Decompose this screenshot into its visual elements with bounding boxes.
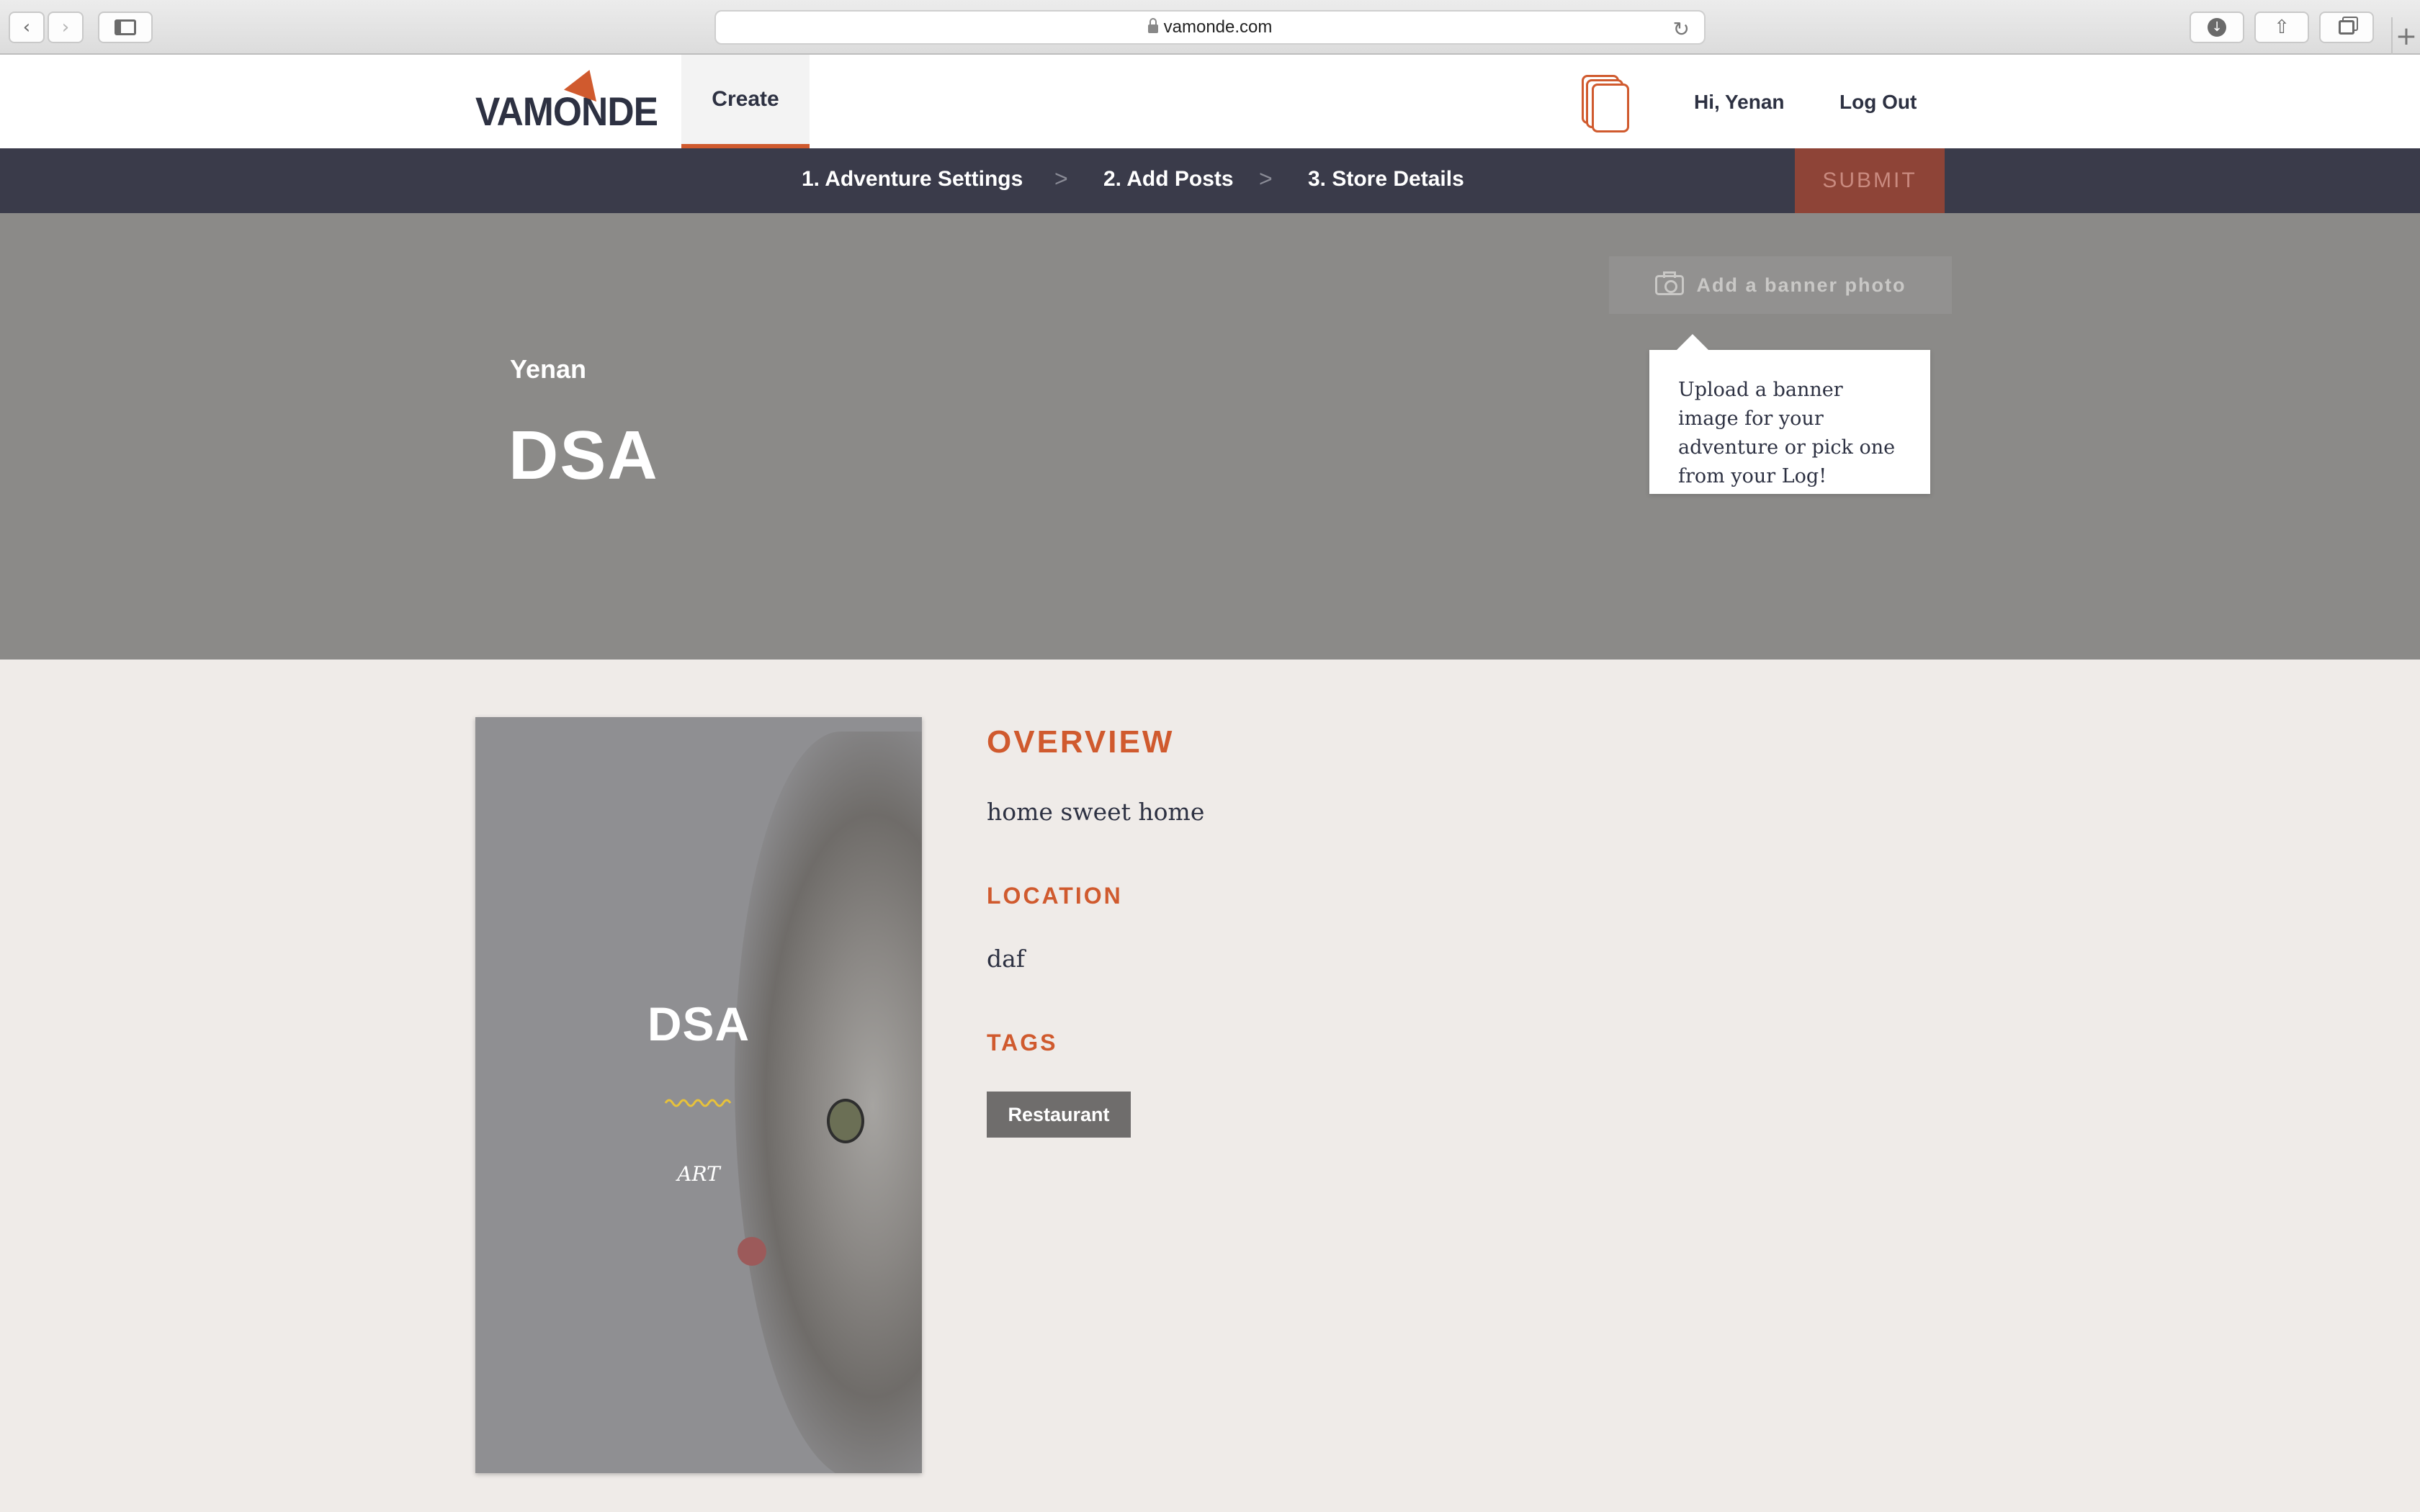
add-banner-photo-button[interactable]: Add a banner photo — [1609, 256, 1952, 314]
adventure-cover-card[interactable]: DSA ART — [475, 717, 922, 1473]
share-button[interactable]: ⇧ — [2254, 12, 2309, 43]
nav-create-tab[interactable]: Create — [681, 55, 810, 148]
share-icon: ⇧ — [2274, 17, 2290, 38]
download-icon: ↓ — [2208, 18, 2226, 37]
overview-text: home sweet home — [987, 798, 1205, 826]
site-header: VAMONDE Create Hi, Yenan Log Out — [0, 55, 2420, 148]
submit-button[interactable]: SUBMIT — [1795, 148, 1945, 213]
download-button[interactable]: ↓ — [2190, 12, 2244, 43]
browser-toolbar: ‹ › vamonde.com ↻ ↓ ⇧ + — [0, 0, 2420, 55]
tag-badge[interactable]: Restaurant — [987, 1092, 1131, 1138]
location-label: LOCATION — [987, 883, 1123, 909]
forward-button[interactable]: › — [48, 12, 84, 43]
sidebar-icon — [115, 19, 136, 35]
cat-eye — [827, 1099, 864, 1143]
plus-icon: + — [2395, 21, 2418, 51]
user-greeting[interactable]: Hi, Yenan — [1694, 91, 1785, 114]
vamonde-logo[interactable]: VAMONDE — [475, 88, 658, 135]
tabs-button[interactable] — [2319, 12, 2374, 43]
lock-icon — [1147, 18, 1158, 33]
banner-author: Yenan — [510, 354, 587, 384]
card-category: ART — [677, 1162, 720, 1186]
chevron-right-icon: › — [61, 17, 70, 38]
steps-bar: 1. Adventure Settings > 2. Add Posts > 3… — [0, 148, 2420, 213]
address-url: vamonde.com — [1163, 17, 1273, 37]
logout-link[interactable]: Log Out — [1839, 91, 1917, 114]
step-store-details[interactable]: 3. Store Details — [1308, 167, 1464, 192]
address-bar[interactable]: vamonde.com ↻ — [714, 10, 1706, 45]
location-text: daf — [987, 945, 1026, 973]
step-separator: > — [1259, 166, 1273, 192]
camera-icon — [1654, 271, 1684, 295]
cat-nose — [738, 1237, 766, 1266]
tabs-icon — [2339, 20, 2354, 35]
sidebar-button[interactable] — [98, 12, 153, 43]
step-adventure-settings[interactable]: 1. Adventure Settings — [802, 167, 1023, 192]
banner-tooltip: Upload a banner image for your adventure… — [1649, 334, 1930, 494]
reload-icon[interactable]: ↻ — [1673, 17, 1690, 41]
banner-title: DSA — [508, 417, 659, 494]
step-separator: > — [1054, 166, 1068, 192]
cat-photo — [735, 732, 922, 1473]
adventure-banner: Yenan DSA Add a banner photo Upload a ba… — [0, 213, 2420, 660]
overview-label: OVERVIEW — [987, 724, 1175, 760]
back-button[interactable]: ‹ — [9, 12, 45, 43]
tags-label: TAGS — [987, 1030, 1058, 1056]
log-stack-icon[interactable] — [1582, 75, 1634, 135]
add-banner-photo-label: Add a banner photo — [1696, 274, 1906, 296]
chevron-left-icon: ‹ — [22, 17, 31, 38]
squiggle-divider — [664, 1099, 732, 1107]
step-add-posts[interactable]: 2. Add Posts — [1103, 167, 1234, 192]
new-tab-button[interactable]: + — [2391, 17, 2420, 55]
card-title: DSA — [647, 997, 750, 1050]
